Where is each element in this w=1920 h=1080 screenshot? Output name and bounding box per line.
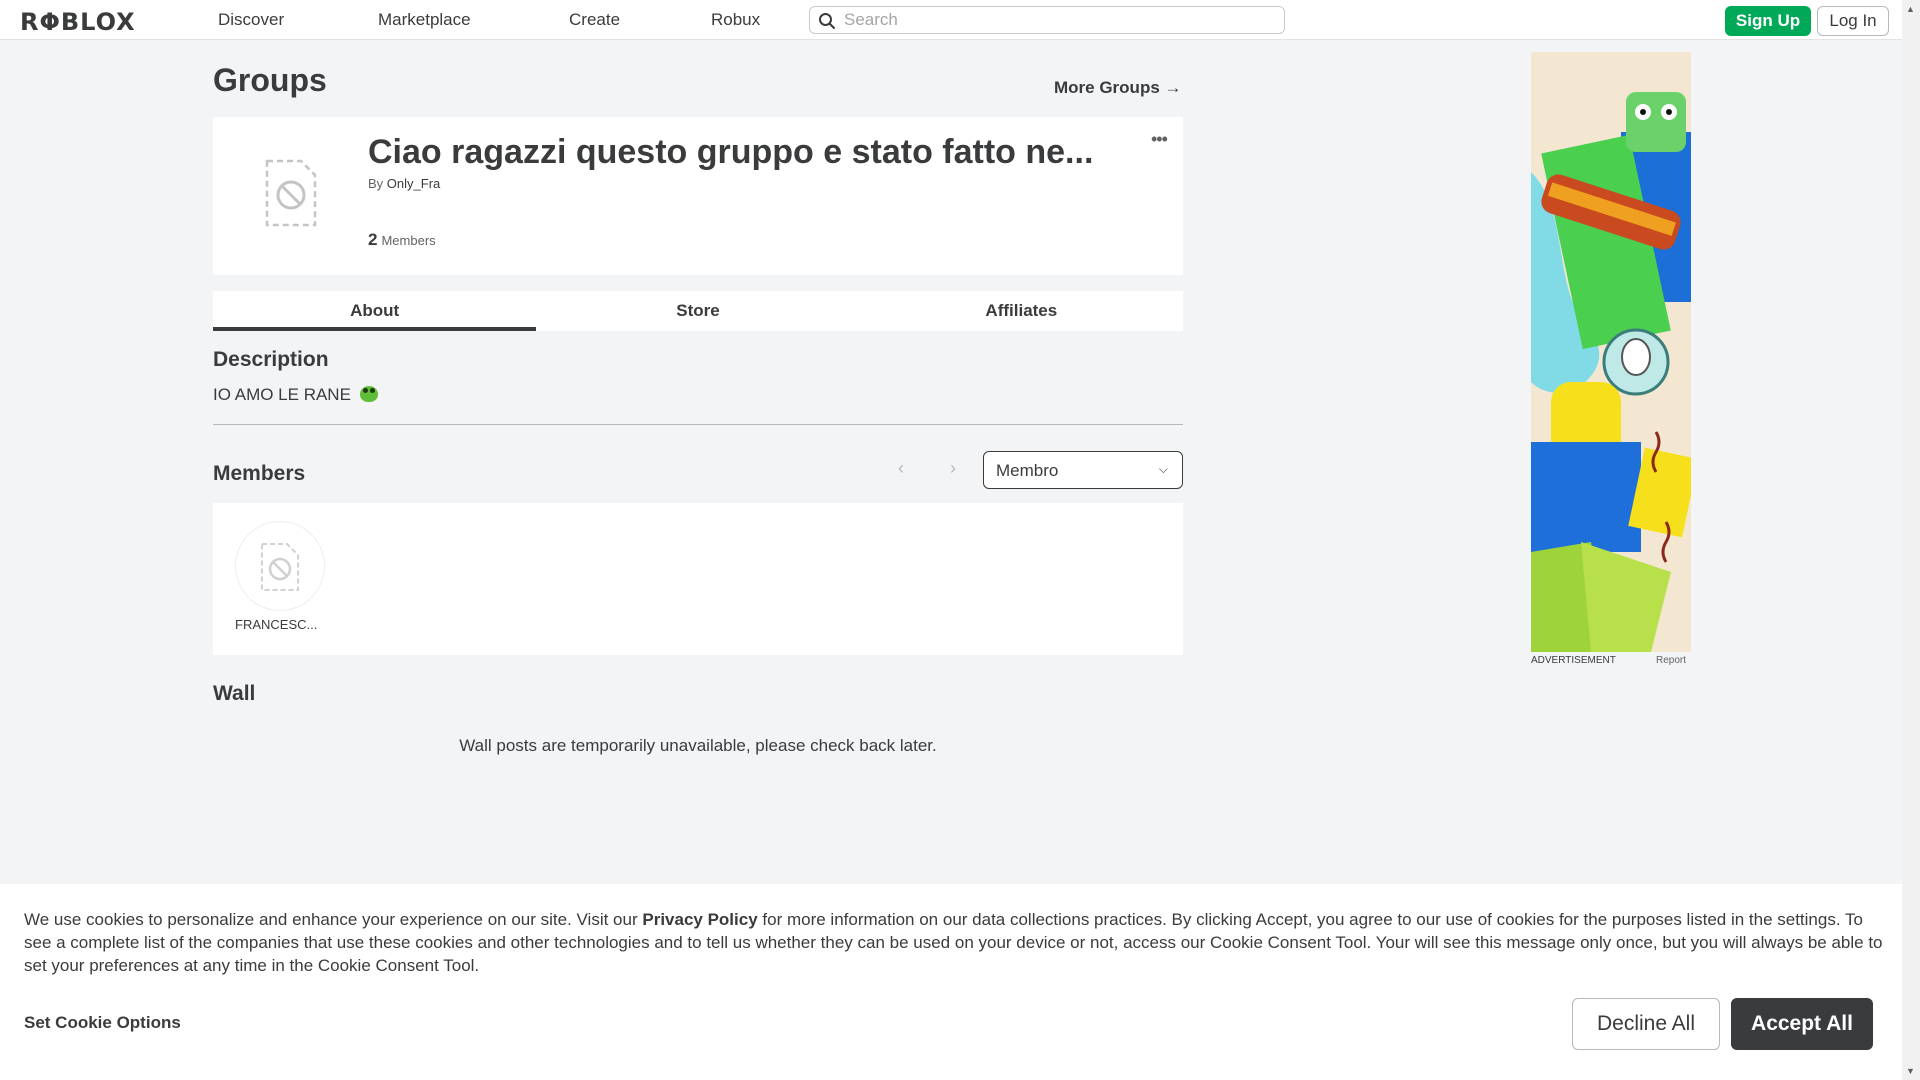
page-title: Groups — [213, 62, 327, 98]
nav-link-discover[interactable]: Discover — [218, 10, 284, 30]
group-emblem-placeholder-icon — [265, 159, 317, 227]
cookie-text-part1: We use cookies to personalize and enhanc… — [24, 910, 643, 929]
members-title: Members — [213, 462, 306, 485]
wall-title: Wall — [213, 682, 256, 705]
role-dropdown-value: Membro — [996, 461, 1059, 480]
search-icon — [819, 13, 835, 29]
frog-emoji-icon — [359, 386, 378, 402]
search-input[interactable] — [844, 9, 1274, 31]
member-count-label: Members — [381, 233, 436, 248]
cookie-consent-banner: We use cookies to personalize and enhanc… — [0, 884, 1902, 1080]
wall-status-message: Wall posts are temporarily unavailable, … — [459, 736, 937, 755]
group-owner-prefix: By — [368, 176, 384, 191]
group-owner-line: By Only_Fra — [368, 176, 440, 191]
more-groups-link[interactable]: More Groups → — [1054, 78, 1182, 98]
section-divider — [213, 424, 1183, 425]
sign-up-button[interactable]: Sign Up — [1725, 6, 1811, 36]
member-name[interactable]: FRANCESC... — [235, 617, 325, 632]
nav-link-robux[interactable]: Robux — [711, 10, 760, 30]
tab-about[interactable]: About — [213, 291, 537, 331]
chevron-left-icon[interactable]: ‹ — [898, 458, 904, 479]
role-dropdown[interactable]: Membro ⌵ — [983, 451, 1183, 489]
description-text: IO AMO LE RANE — [213, 385, 378, 405]
member-count-value: 2 — [368, 230, 378, 249]
accept-all-button[interactable]: Accept All — [1731, 998, 1873, 1050]
group-header-card: Ciao ragazzi questo gruppo e stato fatto… — [213, 117, 1183, 275]
scroll-down-arrow-icon[interactable]: ▼ — [1906, 1066, 1915, 1076]
group-name: Ciao ragazzi questo gruppo e stato fatto… — [368, 133, 1094, 171]
members-list: FRANCESC... — [213, 503, 1183, 655]
chevron-right-icon[interactable]: › — [950, 458, 956, 479]
avatar-placeholder-icon — [261, 543, 299, 591]
set-cookie-options-link[interactable]: Set Cookie Options — [24, 1013, 181, 1033]
avatar[interactable] — [235, 521, 325, 611]
search-box — [809, 6, 1285, 34]
roblox-logo[interactable]: RΦBLOX — [20, 8, 136, 36]
advertisement-banner[interactable] — [1531, 52, 1691, 652]
top-navigation-bar: RΦBLOX Discover Marketplace Create Robux… — [0, 0, 1902, 40]
description-body: IO AMO LE RANE — [213, 385, 351, 404]
cookie-consent-text: We use cookies to personalize and enhanc… — [24, 908, 1884, 977]
group-tabs: About Store Affiliates — [213, 291, 1183, 331]
advertisement-image — [1531, 52, 1691, 652]
privacy-policy-link[interactable]: Privacy Policy — [642, 910, 757, 929]
group-owner-link[interactable]: Only_Fra — [387, 176, 440, 191]
ad-report-link[interactable]: Report — [1656, 655, 1686, 666]
log-in-button[interactable]: Log In — [1817, 6, 1889, 36]
nav-link-create[interactable]: Create — [569, 10, 620, 30]
description-title: Description — [213, 348, 329, 371]
scroll-up-arrow-icon[interactable]: ▲ — [1906, 4, 1915, 14]
group-member-count: 2 Members — [368, 230, 436, 250]
tab-store[interactable]: Store — [536, 291, 859, 331]
decline-all-button[interactable]: Decline All — [1572, 998, 1720, 1050]
chevron-down-icon: ⌵ — [1158, 462, 1168, 476]
page-scrollbar[interactable]: ▲ ▼ — [1902, 0, 1920, 1080]
more-options-icon[interactable]: ••• — [1151, 129, 1168, 150]
tab-affiliates[interactable]: Affiliates — [860, 291, 1183, 331]
nav-link-marketplace[interactable]: Marketplace — [378, 10, 471, 30]
advertisement-label: ADVERTISEMENT — [1531, 655, 1616, 666]
